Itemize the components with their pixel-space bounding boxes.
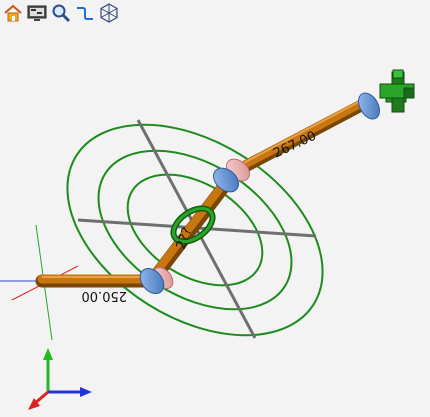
viewport[interactable]: 250.00 267.00 2?? xyxy=(0,0,430,417)
3d-scene[interactable]: 250.00 267.00 2?? xyxy=(0,0,430,417)
display-settings-icon xyxy=(27,5,47,21)
dimension-label-a: 250.00 xyxy=(82,288,128,303)
pipe-assembly[interactable] xyxy=(35,97,372,288)
pipe-route-button[interactable] xyxy=(74,2,96,24)
wireframe-cube-icon xyxy=(100,3,118,23)
display-settings-button[interactable] xyxy=(26,2,48,24)
valve-component[interactable] xyxy=(379,69,415,113)
toolbar xyxy=(2,2,120,26)
dimension-label-b: 267.00 xyxy=(271,129,319,162)
orientation-triad xyxy=(28,348,92,410)
wireframe-button[interactable] xyxy=(98,2,120,24)
home-icon xyxy=(4,4,22,22)
zoom-button[interactable] xyxy=(50,2,72,24)
home-button[interactable] xyxy=(2,2,24,24)
pipe-route-icon xyxy=(77,7,93,20)
zoom-icon xyxy=(52,4,71,23)
